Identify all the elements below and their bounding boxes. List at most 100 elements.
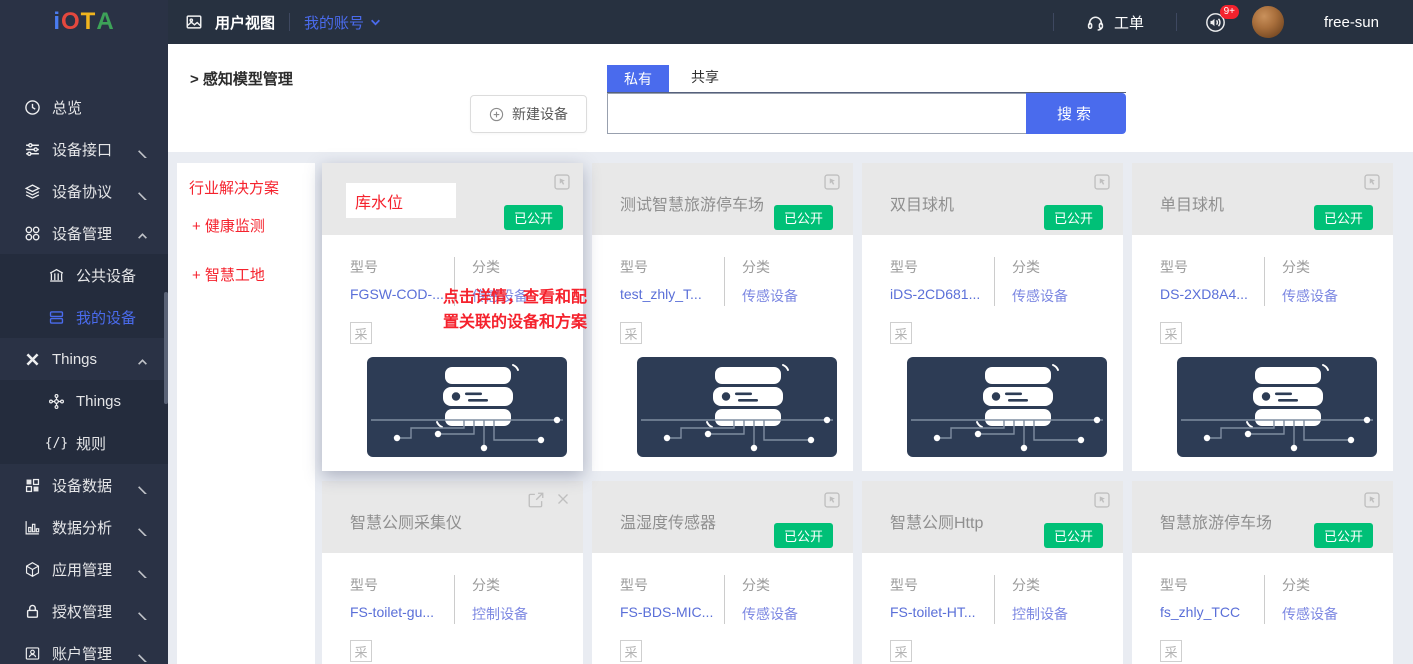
tab-private[interactable]: 私有 [607,65,669,92]
collect-tag: 采 [1160,322,1182,344]
model-value[interactable]: fs_zhly_TCC [1160,604,1264,620]
category-label: 分类 [1012,257,1068,277]
model-value[interactable]: FS-BDS-MIC... [620,604,724,620]
solution-item-health[interactable]: + 健康监测 [189,215,305,236]
brand-letter: i [53,8,61,36]
sidebar-item-设备数据[interactable]: 设备数据 [0,464,168,506]
brand-letter: T [81,8,97,36]
model-value[interactable]: FS-toilet-gu... [350,604,454,620]
model-value[interactable]: iDS-2CD681... [890,286,994,302]
tooltip-line: 置关联的设备和方案 [443,308,587,332]
collect-tag: 采 [620,322,642,344]
select-action[interactable] [1363,491,1381,514]
notifications-button[interactable]: 9+ [1205,12,1226,33]
device-card-actions [553,173,571,196]
sidebar-item-label: 应用管理 [52,559,112,580]
sidebar-item-数据分析[interactable]: 数据分析 [0,506,168,548]
model-label: 型号 [620,257,724,277]
solution-item-site[interactable]: + 智慧工地 [189,264,305,285]
search-input[interactable] [607,93,1026,134]
category-value[interactable]: 传感设备 [1282,604,1338,624]
category-label: 分类 [472,257,528,277]
device-card-header: 单目球机 已公开 [1132,163,1393,235]
sidebar-item-label: 规则 [76,433,106,454]
sidebar-item-应用管理[interactable]: 应用管理 [0,548,168,590]
select-action[interactable] [553,173,571,196]
device-image [637,357,837,457]
model-value[interactable]: test_zhly_T... [620,286,724,302]
category-value[interactable]: 控制设备 [1012,604,1068,624]
select-action[interactable] [823,491,841,514]
sidebar-item-label: 设备协议 [52,181,112,202]
username[interactable]: free-sun [1324,14,1379,31]
device-card[interactable]: 测试智慧旅游停车场 已公开 型号 test_zhly_T... 分类 传感设备 … [592,163,853,471]
device-card[interactable]: 智慧旅游停车场 已公开 型号 fs_zhly_TCC 分类 传感设备 采 [1132,481,1393,664]
device-card[interactable]: 智慧公厕Http 已公开 型号 FS-toilet-HT... 分类 控制设备 … [862,481,1123,664]
chevron-down-icon [137,565,148,582]
select-action[interactable] [1363,173,1381,196]
sidebar-item-总览[interactable]: 总览 [0,86,168,128]
new-device-button[interactable]: 新建设备 [470,95,587,133]
chevron-down-icon [137,523,148,540]
model-label: 型号 [350,257,454,277]
category-value[interactable]: 传感设备 [1012,286,1068,306]
category-value[interactable]: 传感设备 [742,286,798,306]
device-card[interactable]: 双目球机 已公开 型号 iDS-2CD681... 分类 传感设备 采 [862,163,1123,471]
sidebar-item-设备协议[interactable]: 设备协议 [0,170,168,212]
sidebar: iOTA 总览设备接口设备协议设备管理公共设备我的设备ThingsThings{… [0,0,168,664]
close-action[interactable] [555,491,571,514]
select-action[interactable] [823,173,841,196]
account-menu[interactable]: 我的账号 [304,12,381,33]
tab-shared[interactable]: 共享 [691,67,719,92]
cross-icon [24,351,41,368]
select-cursor-icon [1093,173,1111,191]
category-value[interactable]: 传感设备 [1282,286,1338,306]
device-card[interactable]: 单目球机 已公开 型号 DS-2XD8A4... 分类 传感设备 采 [1132,163,1393,471]
search-button[interactable]: 搜索 [1026,93,1126,134]
picture-icon[interactable] [185,13,203,31]
select-cursor-icon [1363,173,1381,191]
model-label: 型号 [350,575,454,595]
divider [289,13,290,31]
sidebar-item-Things[interactable]: Things [0,380,168,422]
topbar: 用户视图 我的账号 工单 [168,0,1413,44]
device-card-header: 温湿度传感器 已公开 [592,481,853,553]
sidebar-item-授权管理[interactable]: 授权管理 [0,590,168,632]
ticket-button[interactable]: 工单 [1086,12,1144,33]
notification-badge: 9+ [1220,5,1239,19]
device-card[interactable]: 已公开 库水位 型号 FGSW-COD-... 分类 传感设备 采 [322,163,583,471]
tooltip-line: 点击详情，查看和配 [443,283,587,307]
ticket-label: 工单 [1114,12,1144,33]
status-badge: 已公开 [1044,205,1103,230]
category-label: 分类 [742,575,798,595]
select-action[interactable] [1093,173,1111,196]
menu-fold-icon[interactable] [0,44,168,84]
device-card-actions [1093,173,1111,196]
idcard-icon [24,645,41,662]
view-label[interactable]: 用户视图 [215,12,275,33]
model-value[interactable]: FS-toilet-HT... [890,604,994,620]
chevron-down-icon [137,607,148,624]
category-value[interactable]: 传感设备 [742,604,798,624]
select-cursor-icon [823,491,841,509]
sidebar-menu: 总览设备接口设备协议设备管理公共设备我的设备ThingsThings{/}规则设… [0,86,168,664]
share-action[interactable] [527,491,545,514]
status-badge: 已公开 [1314,205,1373,230]
avatar[interactable] [1252,6,1284,38]
chevron-down-icon [137,187,148,204]
sidebar-item-设备接口[interactable]: 设备接口 [0,128,168,170]
select-action[interactable] [1093,491,1111,514]
device-card[interactable]: 温湿度传感器 已公开 型号 FS-BDS-MIC... 分类 传感设备 采 [592,481,853,664]
lock-icon [24,603,41,620]
model-value[interactable]: FGSW-COD-... [350,286,454,302]
sidebar-item-设备管理[interactable]: 设备管理 [0,212,168,254]
sidebar-item-规则[interactable]: {/}规则 [0,422,168,464]
model-label: 型号 [1160,575,1264,595]
device-card[interactable]: 智慧公厕采集仪 型号 FS-toilet-gu... 分类 控制设备 采 [322,481,583,664]
sidebar-item-我的设备[interactable]: 我的设备 [0,296,168,338]
sidebar-item-公共设备[interactable]: 公共设备 [0,254,168,296]
model-value[interactable]: DS-2XD8A4... [1160,286,1264,302]
sidebar-item-Things[interactable]: Things [0,338,168,380]
sidebar-item-账户管理[interactable]: 账户管理 [0,632,168,664]
category-value[interactable]: 控制设备 [472,604,528,624]
